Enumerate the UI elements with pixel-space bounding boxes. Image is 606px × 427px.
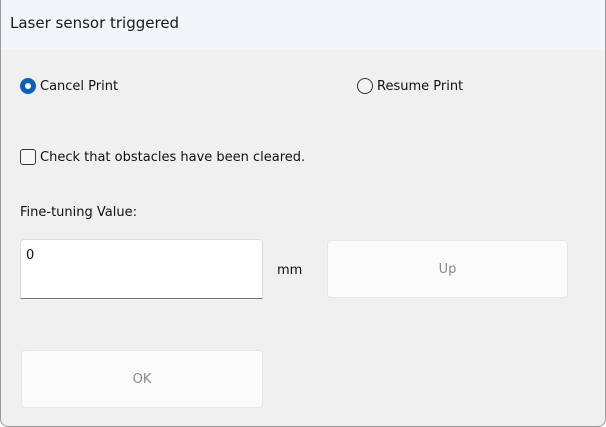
obstacles-cleared-checkbox[interactable]: Check that obstacles have been cleared.	[20, 149, 305, 165]
fine-tuning-input[interactable]: 0	[20, 239, 263, 299]
radio-checked-icon[interactable]	[20, 78, 36, 94]
ok-button[interactable]: OK	[21, 350, 263, 408]
radio-unchecked-icon[interactable]	[357, 78, 373, 94]
dialog-window: Laser sensor triggered Cancel Print Resu…	[0, 0, 606, 427]
obstacles-cleared-label[interactable]: Check that obstacles have been cleared.	[40, 150, 305, 165]
checkbox-unchecked-icon[interactable]	[20, 149, 36, 165]
resume-print-label[interactable]: Resume Print	[377, 79, 463, 94]
cancel-print-label[interactable]: Cancel Print	[40, 79, 118, 94]
up-button[interactable]: Up	[327, 240, 568, 298]
dialog-title: Laser sensor triggered	[10, 14, 180, 32]
up-button-label: Up	[438, 261, 457, 277]
cancel-print-radio[interactable]: Cancel Print	[20, 78, 118, 94]
resume-print-radio[interactable]: Resume Print	[357, 78, 463, 94]
ok-button-label: OK	[132, 371, 152, 387]
unit-label: mm	[277, 263, 303, 278]
title-bar[interactable]: Laser sensor triggered	[1, 0, 605, 50]
fine-tuning-label: Fine-tuning Value:	[20, 205, 137, 220]
